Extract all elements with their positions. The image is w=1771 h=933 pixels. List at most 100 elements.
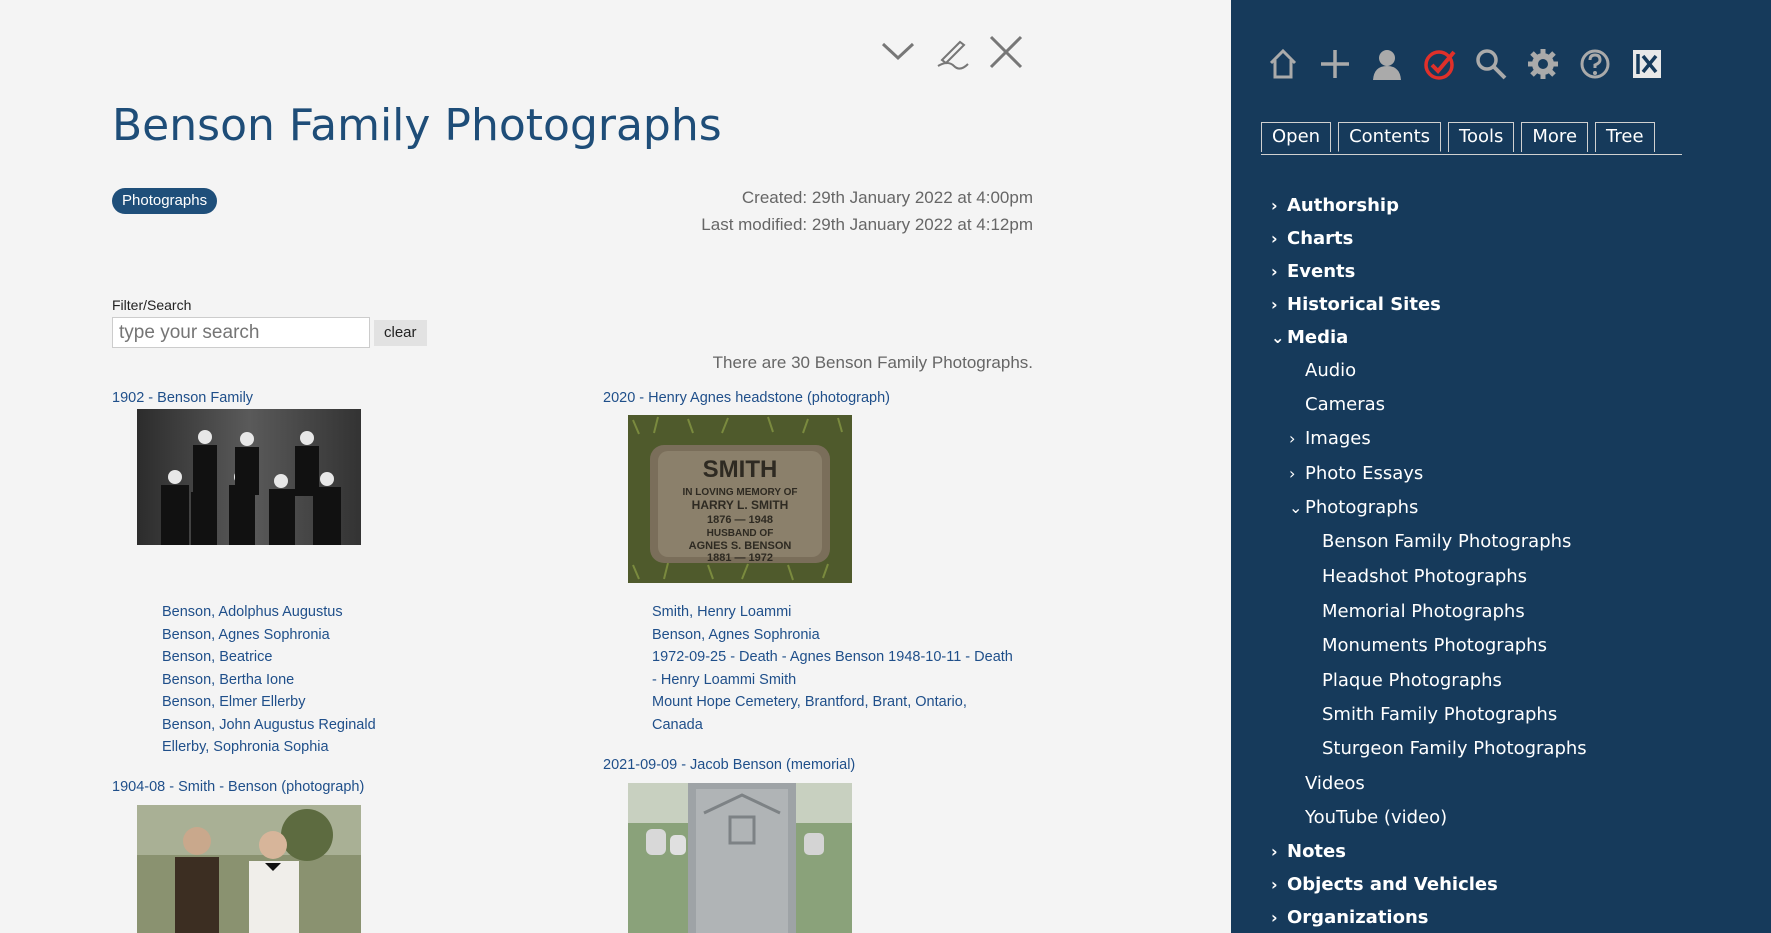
tree-item-monuments-photographs[interactable]: Monuments Photographs (1322, 635, 1547, 656)
chevron-right-icon: › (1271, 842, 1278, 861)
tree-item-charts[interactable]: › Charts (1271, 228, 1353, 249)
tree-item-authorship[interactable]: › Authorship (1271, 195, 1399, 216)
home-icon (1269, 48, 1297, 79)
list-item[interactable]: 1972-09-25 - Death - Agnes Benson 1948-1… (652, 646, 1013, 669)
list-item[interactable]: Benson, Adolphus Augustus (162, 601, 376, 624)
tab-more[interactable]: More (1521, 122, 1589, 152)
tab-tools[interactable]: Tools (1448, 122, 1515, 152)
search-button[interactable] (1471, 44, 1511, 84)
list-item[interactable]: Ellerby, Sophronia Sophia (162, 736, 376, 759)
tree-item-memorial-photographs[interactable]: Memorial Photographs (1322, 601, 1525, 622)
tree-item-headshot-photographs[interactable]: Headshot Photographs (1322, 566, 1527, 587)
tree-item-photo-essays[interactable]: › Photo Essays (1289, 463, 1423, 484)
page-title: Benson Family Photographs (112, 100, 722, 151)
photo-thumbnail[interactable] (137, 409, 361, 545)
results-count: There are 30 Benson Family Photographs. (712, 353, 1033, 372)
chevron-down-icon: ⌄ (1289, 498, 1303, 517)
created-date: Created: 29th January 2022 at 4:00pm (741, 188, 1033, 207)
chevron-right-icon: › (1271, 295, 1278, 314)
people-list: Benson, Adolphus Augustus Benson, Agnes … (162, 601, 376, 759)
entry-title[interactable]: 2021-09-09 - Jacob Benson (memorial) (603, 757, 855, 773)
close-all-button[interactable] (1627, 44, 1667, 84)
tree-item-sturgeon-family-photographs[interactable]: Sturgeon Family Photographs (1322, 738, 1587, 759)
sidebar-toolbar (1263, 44, 1667, 84)
headstone-line: 1881 — 1972 (707, 552, 773, 564)
close-icon (989, 35, 1023, 69)
list-item[interactable]: Benson, Bertha Ione (162, 669, 376, 692)
photo-thumbnail[interactable] (628, 783, 852, 933)
list-item[interactable]: Benson, Agnes Sophronia (162, 624, 376, 647)
sidebar: Open Contents Tools More Tree › Authorshi… (1231, 0, 1771, 933)
modified-date: Last modified: 29th January 2022 at 4:12… (701, 215, 1033, 234)
list-item[interactable]: Benson, John Augustus Reginald (162, 714, 376, 737)
chevron-down-icon (881, 42, 915, 61)
tree-item-plaque-photographs[interactable]: Plaque Photographs (1322, 670, 1502, 691)
headstone-line: IN LOVING MEMORY OF (682, 487, 797, 498)
tree-item-images[interactable]: › Images (1289, 428, 1371, 449)
filter-label: Filter/Search (112, 297, 192, 313)
chevron-down-icon: ⌄ (1271, 328, 1285, 347)
save-button[interactable] (1419, 44, 1459, 84)
tab-tree[interactable]: Tree (1595, 122, 1655, 152)
tab-open[interactable]: Open (1261, 122, 1332, 152)
tree-item-youtube-video[interactable]: YouTube (video) (1305, 807, 1447, 828)
photo-thumbnail[interactable]: SMITH IN LOVING MEMORY OF HARRY L. SMITH… (628, 415, 852, 583)
chevron-right-icon: › (1271, 229, 1278, 248)
close-button[interactable] (988, 34, 1024, 70)
tree-item-events[interactable]: › Events (1271, 261, 1355, 282)
tab-divider (1261, 154, 1682, 155)
tab-contents[interactable]: Contents (1338, 122, 1442, 152)
list-item[interactable]: Smith, Henry Loammi (652, 601, 1013, 624)
headstone-line: AGNES S. BENSON (689, 540, 792, 552)
list-item[interactable]: - Henry Loammi Smith (652, 669, 1013, 692)
list-item[interactable]: Benson, Agnes Sophronia (652, 624, 1013, 647)
tree-item-photographs[interactable]: ⌄ Photographs (1289, 497, 1418, 518)
list-item[interactable]: Benson, Beatrice (162, 646, 376, 669)
headstone-line: HUSBAND OF (707, 528, 774, 539)
headstone-line: 1876 — 1948 (707, 514, 773, 526)
chevron-right-icon: › (1271, 262, 1278, 281)
tag-pill[interactable]: Photographs (112, 188, 218, 214)
edit-button[interactable] (934, 34, 970, 70)
home-button[interactable] (1263, 44, 1303, 84)
search-input[interactable] (112, 317, 370, 348)
list-item[interactable]: Canada (652, 714, 1013, 737)
user-icon (1373, 50, 1401, 80)
tree-item-notes[interactable]: › Notes (1271, 841, 1346, 862)
photo-thumbnail[interactable] (137, 805, 361, 933)
check-circle-icon (1424, 50, 1456, 80)
tiddler-controls (880, 34, 1024, 70)
tree-item-historical-sites[interactable]: › Historical Sites (1271, 294, 1441, 315)
entry-title[interactable]: 1904-08 - Smith - Benson (photograph) (112, 779, 364, 795)
list-item[interactable]: Benson, Elmer Ellerby (162, 691, 376, 714)
sidebar-tabs: Open Contents Tools More Tree (1261, 122, 1655, 152)
tree-item-cameras[interactable]: Cameras (1305, 394, 1385, 415)
story-river: Benson Family Photographs Photographs Cr… (0, 0, 1231, 933)
chevron-right-icon: › (1271, 196, 1278, 215)
tree-item-objects-and-vehicles[interactable]: › Objects and Vehicles (1271, 874, 1498, 895)
headstone-name: SMITH (703, 456, 778, 483)
account-button[interactable] (1367, 44, 1407, 84)
new-tiddler-button[interactable] (1315, 44, 1355, 84)
tree-item-videos[interactable]: Videos (1305, 773, 1365, 794)
tree-item-smith-family-photographs[interactable]: Smith Family Photographs (1322, 704, 1557, 725)
chevron-right-icon: › (1289, 429, 1296, 448)
tree-item-organizations[interactable]: › Organizations (1271, 907, 1429, 928)
pencil-icon (937, 40, 969, 70)
clear-button[interactable]: clear (374, 320, 427, 346)
plus-icon (1321, 50, 1349, 78)
gear-icon (1528, 49, 1558, 79)
entry-title[interactable]: 2020 - Henry Agnes headstone (photograph… (603, 390, 890, 406)
tree-item-audio[interactable]: Audio (1305, 360, 1356, 381)
tree-item-benson-family-photographs[interactable]: Benson Family Photographs (1322, 531, 1571, 552)
collapse-button[interactable] (880, 34, 916, 70)
chevron-right-icon: › (1271, 875, 1278, 894)
close-box-icon (1633, 50, 1661, 78)
people-list: Smith, Henry Loammi Benson, Agnes Sophro… (652, 601, 1013, 736)
help-button[interactable] (1575, 44, 1615, 84)
entry-title[interactable]: 1902 - Benson Family (112, 390, 253, 406)
list-item[interactable]: Mount Hope Cemetery, Brantford, Brant, O… (652, 691, 1013, 714)
settings-button[interactable] (1523, 44, 1563, 84)
tree-item-media[interactable]: ⌄ Media (1271, 327, 1348, 348)
help-icon (1580, 49, 1610, 79)
